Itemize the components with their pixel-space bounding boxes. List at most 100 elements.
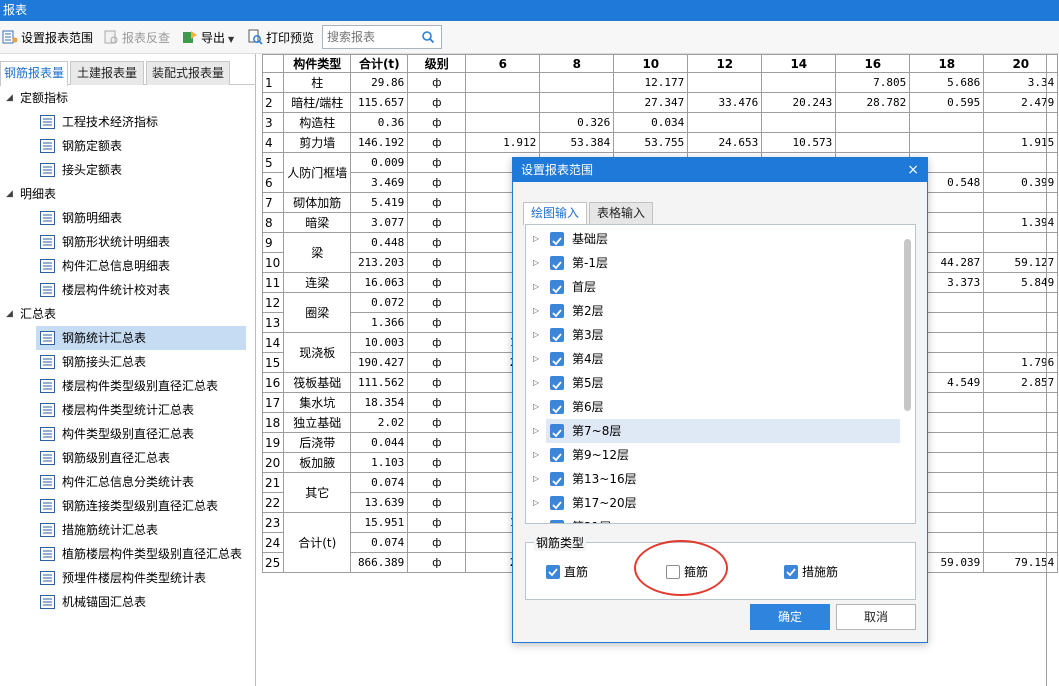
tree-item[interactable]: 预埋件楼层构件类型统计表: [0, 566, 255, 590]
tree-group[interactable]: ◢ 明细表: [0, 182, 255, 206]
export-button[interactable]: 导出 ▼: [182, 28, 234, 48]
floor-item[interactable]: ▷ 第9~12层: [526, 443, 900, 467]
tab-prefab-report[interactable]: 装配式报表量: [146, 61, 230, 85]
checkbox-checked-icon[interactable]: [550, 520, 564, 523]
checkbox-checked-icon[interactable]: [550, 496, 564, 510]
checkbox-checked-icon[interactable]: [550, 304, 564, 318]
column-header[interactable]: 合计(t): [350, 54, 409, 73]
floor-item[interactable]: ▷ 首层: [526, 275, 900, 299]
tree-item[interactable]: 钢筋接头汇总表: [0, 350, 255, 374]
steel-type-measure[interactable]: 措施筋: [784, 565, 838, 579]
table-row[interactable]: 1 柱 29.86 ф 12.177 7.805 5.686 3.34: [262, 72, 1059, 93]
expand-arrow-icon[interactable]: ▷: [533, 251, 539, 275]
expand-arrow-icon[interactable]: ▷: [533, 515, 539, 523]
floor-item[interactable]: ▷ 第5层: [526, 371, 900, 395]
expand-arrow-icon[interactable]: ▷: [533, 323, 539, 347]
column-header[interactable]: 16: [835, 54, 911, 73]
table-row[interactable]: 2 暗柱/端柱 115.657 ф 27.347 33.476 20.243 28.782 0.…: [262, 92, 1059, 113]
tree-item[interactable]: 钢筋统计汇总表: [36, 326, 246, 350]
expand-arrow-icon[interactable]: ▷: [533, 491, 539, 515]
checkbox-checked-icon[interactable]: [784, 565, 798, 579]
ok-button[interactable]: 确定: [750, 604, 830, 630]
scrollbar-thumb[interactable]: [904, 239, 911, 411]
expand-arrow-icon[interactable]: ◢: [6, 302, 13, 326]
floor-item[interactable]: ▷ 第21层: [526, 515, 900, 523]
tab-table-input[interactable]: 表格输入: [589, 202, 653, 224]
tree-item[interactable]: 构件类型级别直径汇总表: [0, 422, 255, 446]
tree-item[interactable]: 楼层构件类型级别直径汇总表: [0, 374, 255, 398]
tree-item[interactable]: 机械锚固汇总表: [0, 590, 255, 614]
tree-item[interactable]: 钢筋连接类型级别直径汇总表: [0, 494, 255, 518]
tree-item[interactable]: 钢筋定额表: [0, 134, 255, 158]
tree-item[interactable]: 接头定额表: [0, 158, 255, 182]
tree-item[interactable]: 钢筋形状统计明细表: [0, 230, 255, 254]
cancel-button[interactable]: 取消: [836, 604, 916, 630]
floor-item[interactable]: ▷ 第4层: [526, 347, 900, 371]
expand-arrow-icon[interactable]: ▷: [533, 467, 539, 491]
checkbox-checked-icon[interactable]: [550, 256, 564, 270]
tree-group[interactable]: ◢ 定额指标: [0, 86, 255, 110]
checkbox-checked-icon[interactable]: [550, 328, 564, 342]
floor-item[interactable]: ▷ 第2层: [526, 299, 900, 323]
tree-item[interactable]: 构件汇总信息明细表: [0, 254, 255, 278]
floor-item[interactable]: ▷ 第17~20层: [526, 491, 900, 515]
tree-group[interactable]: ◢ 汇总表: [0, 302, 255, 326]
table-row[interactable]: 3 构造柱 0.36 ф 0.326 0.034: [262, 112, 1059, 133]
column-header[interactable]: 8: [539, 54, 615, 73]
tree-item[interactable]: 楼层构件类型统计汇总表: [0, 398, 255, 422]
report-check-button[interactable]: 报表反查: [103, 28, 170, 48]
expand-arrow-icon[interactable]: ▷: [533, 347, 539, 371]
checkbox-checked-icon[interactable]: [550, 424, 564, 438]
expand-arrow-icon[interactable]: ◢: [6, 86, 13, 110]
steel-type-straight[interactable]: 直筋: [546, 565, 588, 579]
tab-civil-report[interactable]: 土建报表量: [70, 61, 144, 85]
tree-item[interactable]: 钢筋级别直径汇总表: [0, 446, 255, 470]
column-header[interactable]: 12: [687, 54, 763, 73]
close-icon[interactable]: ×: [907, 158, 919, 182]
expand-arrow-icon[interactable]: ▷: [533, 275, 539, 299]
table-row[interactable]: 4 剪力墙 146.192 ф 1.912 53.384 53.755 24.653 10.57…: [262, 132, 1059, 153]
checkbox-checked-icon[interactable]: [550, 280, 564, 294]
tree-item[interactable]: 工程技术经济指标: [0, 110, 255, 134]
expand-arrow-icon[interactable]: ▷: [533, 299, 539, 323]
checkbox-checked-icon[interactable]: [550, 448, 564, 462]
expand-arrow-icon[interactable]: ▷: [533, 371, 539, 395]
floor-list-scrollbar[interactable]: [904, 239, 911, 511]
tab-drawing-input[interactable]: 绘图输入: [523, 202, 587, 225]
column-header[interactable]: 14: [761, 54, 837, 73]
column-header[interactable]: 10: [613, 54, 689, 73]
expand-arrow-icon[interactable]: ▷: [533, 227, 539, 251]
tree-item[interactable]: 植筋楼层构件类型级别直径汇总表: [0, 542, 255, 566]
floor-item[interactable]: ▷ 第13~16层: [526, 467, 900, 491]
floor-item[interactable]: ▷ 第3层: [526, 323, 900, 347]
set-range-button[interactable]: 设置报表范围: [2, 28, 93, 48]
floor-item[interactable]: ▷ 基础层: [526, 227, 900, 251]
expand-arrow-icon[interactable]: ▷: [533, 395, 539, 419]
tree-item[interactable]: 措施筋统计汇总表: [0, 518, 255, 542]
checkbox-checked-icon[interactable]: [550, 352, 564, 366]
floor-item[interactable]: ▷ 第-1层: [526, 251, 900, 275]
expand-arrow-icon[interactable]: ▷: [533, 443, 539, 467]
tree-item[interactable]: 钢筋明细表: [0, 206, 255, 230]
checkbox-checked-icon[interactable]: [546, 565, 560, 579]
checkbox-checked-icon[interactable]: [550, 376, 564, 390]
column-header[interactable]: 构件类型: [283, 54, 352, 73]
tree-item[interactable]: 构件汇总信息分类统计表: [0, 470, 255, 494]
checkbox-checked-icon[interactable]: [550, 400, 564, 414]
column-header[interactable]: 级别: [407, 54, 467, 73]
search-input[interactable]: [323, 26, 419, 48]
table-scroll-edge[interactable]: [1046, 54, 1059, 686]
search-icon[interactable]: [421, 30, 435, 44]
tab-steel-report[interactable]: 钢筋报表量: [0, 61, 68, 86]
checkbox-checked-icon[interactable]: [550, 472, 564, 486]
column-header[interactable]: 18: [909, 54, 985, 73]
floor-item[interactable]: ▷ 第6层: [526, 395, 900, 419]
column-header[interactable]: 6: [465, 54, 541, 73]
floor-list[interactable]: ▷ 基础层 ▷ 第-1层 ▷ 首层 ▷ 第2层 ▷ 第3层 ▷ 第4层 ▷ 第5层 ▷ 第6层 ▷ 第7~8层 ▷ 第…: [525, 224, 916, 524]
expand-arrow-icon[interactable]: ◢: [6, 182, 13, 206]
expand-arrow-icon[interactable]: ▷: [533, 419, 539, 443]
tree-item[interactable]: 楼层构件统计校对表: [0, 278, 255, 302]
print-preview-button[interactable]: 打印预览: [247, 28, 314, 48]
floor-item[interactable]: ▷ 第7~8层: [526, 419, 900, 443]
checkbox-checked-icon[interactable]: [550, 232, 564, 246]
